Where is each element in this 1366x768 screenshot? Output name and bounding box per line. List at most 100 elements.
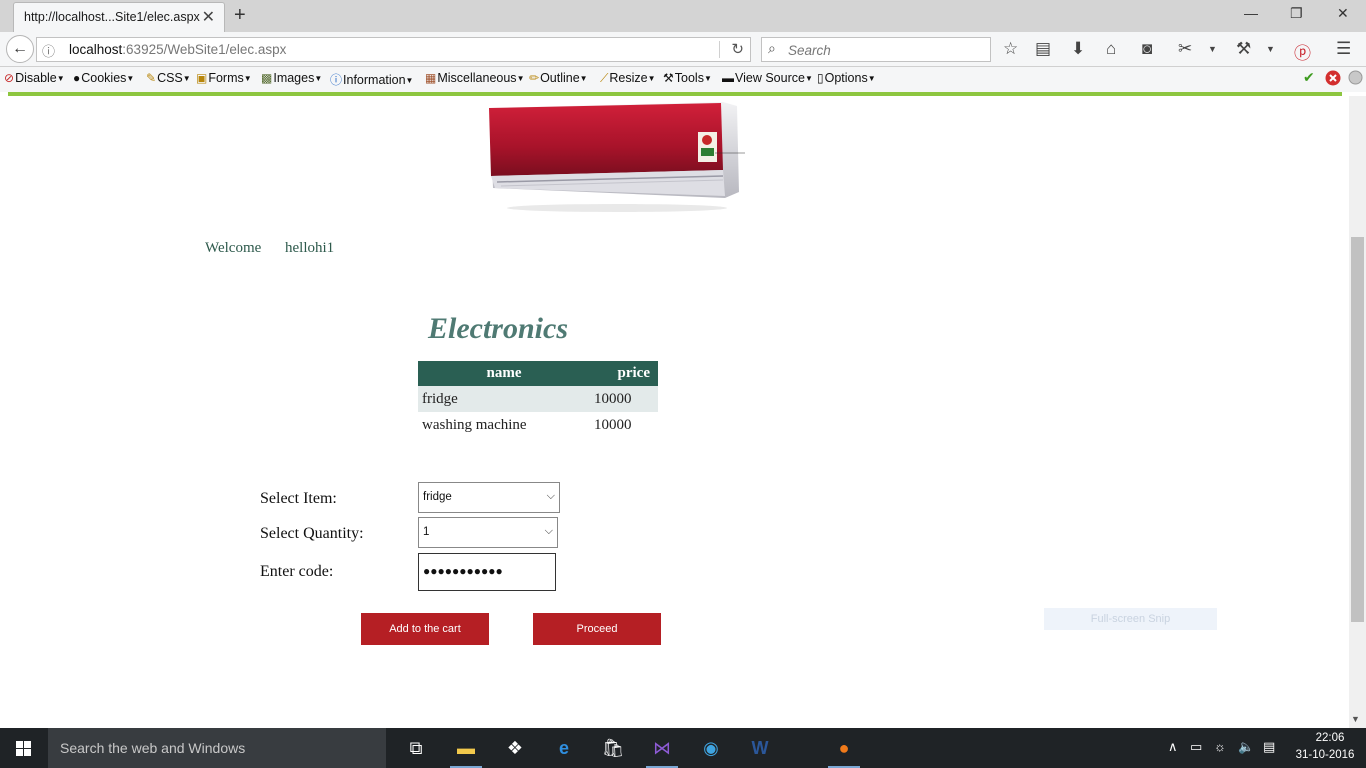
- username-label: hellohi1: [285, 240, 335, 256]
- dev-menu-images[interactable]: ▩Images▼: [261, 71, 322, 85]
- firefox-icon[interactable]: ●: [824, 728, 864, 768]
- wifi-icon[interactable]: ☼: [1214, 739, 1226, 754]
- reading-list-icon[interactable]: ▤: [1035, 39, 1051, 59]
- extension-icon[interactable]: ✂: [1178, 39, 1192, 59]
- restore-button[interactable]: ❐: [1290, 5, 1303, 22]
- table-header-row: name price: [418, 361, 658, 386]
- dev-menu-options[interactable]: ▯Options▼: [817, 71, 876, 85]
- chevron-down-icon[interactable]: ▼: [1266, 44, 1275, 54]
- dev-menu-disable[interactable]: ⊘Disable▼: [4, 71, 65, 85]
- dropbox-icon[interactable]: ❖: [495, 728, 535, 768]
- chevron-down-icon: ▼: [182, 74, 191, 83]
- chevron-down-icon: ⌵: [546, 490, 555, 502]
- scroll-down-arrow-icon[interactable]: ▼: [1351, 714, 1360, 724]
- start-button[interactable]: [0, 728, 48, 768]
- pinterest-icon[interactable]: ⓟ: [1294, 39, 1311, 64]
- pocket-icon[interactable]: ◙: [1142, 39, 1152, 59]
- notifications-icon[interactable]: ▤: [1263, 739, 1275, 755]
- url-text[interactable]: localhost:63925/WebSite1/elec.aspx: [69, 42, 286, 57]
- add-to-cart-button[interactable]: Add to the cart: [361, 613, 489, 645]
- dev-menu-css[interactable]: ✎CSS▼: [146, 71, 191, 85]
- minimize-button[interactable]: —: [1244, 5, 1258, 21]
- code-password-input[interactable]: ●●●●●●●●●●●: [418, 553, 556, 591]
- volume-icon[interactable]: 🔈: [1238, 739, 1254, 755]
- item-select-value: fridge: [423, 491, 452, 503]
- outline-icon: ✏: [529, 71, 540, 85]
- css-icon: ✎: [146, 71, 157, 85]
- chevron-down-icon: ▼: [579, 74, 588, 83]
- windows-taskbar: Search the web and Windows ⧉ ▬ ❖ e 🛍 ⋈ ◉…: [0, 728, 1366, 768]
- taskbar-search-box[interactable]: Search the web and Windows: [48, 728, 386, 768]
- network-app-icon[interactable]: ◉: [691, 728, 731, 768]
- proceed-button[interactable]: Proceed: [533, 613, 661, 645]
- site-info-icon[interactable]: ⓘ: [42, 41, 55, 60]
- column-header-name[interactable]: name: [418, 361, 590, 386]
- clock-time[interactable]: 22:06: [1302, 732, 1358, 744]
- select-item-label: Select Item:: [260, 490, 337, 507]
- miscellaneous-icon: ▦: [425, 71, 437, 85]
- download-icon[interactable]: ⬇: [1071, 39, 1085, 59]
- checkmark-icon[interactable]: ✔: [1303, 69, 1315, 86]
- dev-menu-view-source[interactable]: ▬View Source▼: [722, 71, 813, 85]
- chevron-down-icon: ▼: [243, 74, 252, 83]
- dev-menu-resize[interactable]: ⟋Resize▼: [600, 71, 656, 86]
- chevron-down-icon: ▼: [405, 76, 414, 85]
- edge-browser-icon[interactable]: e: [544, 728, 584, 768]
- quantity-select-value: 1: [423, 526, 430, 538]
- task-view-icon[interactable]: ⧉: [396, 728, 436, 768]
- dev-menu-cookies[interactable]: ●Cookies▼: [73, 71, 134, 85]
- images-icon: ▩: [261, 71, 273, 85]
- product-price-cell: 10000: [590, 386, 658, 412]
- menu-icon[interactable]: ☰: [1336, 39, 1351, 59]
- reload-icon[interactable]: ↻: [731, 40, 744, 58]
- item-select[interactable]: fridge ⌵: [418, 482, 560, 513]
- taskbar-search-text: Search the web and Windows: [60, 740, 246, 756]
- tab-close-icon[interactable]: ✕: [202, 7, 215, 27]
- error-icon[interactable]: [1325, 70, 1341, 89]
- home-icon[interactable]: ⌂: [1106, 39, 1116, 59]
- select-quantity-label: Select Quantity:: [260, 525, 364, 542]
- file-explorer-icon[interactable]: ▬: [446, 728, 486, 768]
- tools-wand-icon[interactable]: ⚒: [1236, 39, 1251, 59]
- column-header-price[interactable]: price: [590, 361, 658, 386]
- cookies-icon: ●: [73, 71, 81, 85]
- url-path: :63925/WebSite1/elec.aspx: [122, 42, 287, 57]
- quantity-select[interactable]: 1 ⌵: [418, 517, 558, 548]
- dev-menu-miscellaneous[interactable]: ▦Miscellaneous▼: [425, 71, 524, 85]
- url-bar[interactable]: ⓘ localhost:63925/WebSite1/elec.aspx ↻: [36, 37, 751, 62]
- chevron-down-icon: ▼: [804, 74, 813, 83]
- search-placeholder: Search: [788, 43, 831, 58]
- dev-menu-tools[interactable]: ⚒Tools▼: [663, 71, 712, 85]
- search-bar[interactable]: ⌕ Search: [761, 37, 991, 62]
- new-tab-button[interactable]: +: [234, 4, 246, 27]
- dev-menu-information[interactable]: ⓘInformation▼: [330, 71, 413, 88]
- clock-date[interactable]: 31-10-2016: [1292, 749, 1358, 761]
- chevron-down-icon: ▼: [126, 74, 135, 83]
- view-source-icon: ▬: [722, 71, 734, 85]
- browser-tab[interactable]: http://localhost...Site1/elec.aspx ✕: [13, 2, 225, 32]
- store-icon[interactable]: 🛍: [593, 728, 633, 768]
- page-title: Electronics: [428, 312, 568, 345]
- chevron-down-icon: ▼: [867, 74, 876, 83]
- dev-menu-outline[interactable]: ✏Outline▼: [529, 71, 588, 85]
- web-developer-toolbar: ⊘Disable▼ ●Cookies▼ ✎CSS▼ ▣Forms▼ ▩Image…: [0, 67, 1366, 92]
- window-close-button[interactable]: ✕: [1337, 5, 1349, 22]
- visual-studio-icon[interactable]: ⋈: [642, 728, 682, 768]
- forms-icon: ▣: [196, 71, 208, 85]
- chevron-down-icon: ⌵: [544, 525, 553, 537]
- dev-menu-forms[interactable]: ▣Forms▼: [196, 71, 252, 85]
- show-hidden-icons-chevron-icon[interactable]: ∧: [1168, 739, 1178, 755]
- scrollbar-thumb[interactable]: [1351, 237, 1364, 622]
- word-icon[interactable]: W: [740, 728, 780, 768]
- back-button[interactable]: ←: [6, 35, 34, 63]
- information-icon: ⓘ: [330, 73, 343, 87]
- bookmark-star-icon[interactable]: ☆: [1003, 39, 1018, 59]
- chevron-down-icon[interactable]: ▼: [1208, 44, 1217, 54]
- status-circle-icon[interactable]: [1348, 70, 1363, 88]
- chevron-down-icon: ▼: [516, 74, 525, 83]
- tab-title: http://localhost...Site1/elec.aspx: [24, 10, 200, 24]
- enter-code-label: Enter code:: [260, 563, 334, 580]
- battery-icon[interactable]: ▭: [1190, 739, 1202, 755]
- full-screen-snip-overlay[interactable]: Full-screen Snip: [1044, 608, 1217, 630]
- air-conditioner-image: [487, 100, 749, 215]
